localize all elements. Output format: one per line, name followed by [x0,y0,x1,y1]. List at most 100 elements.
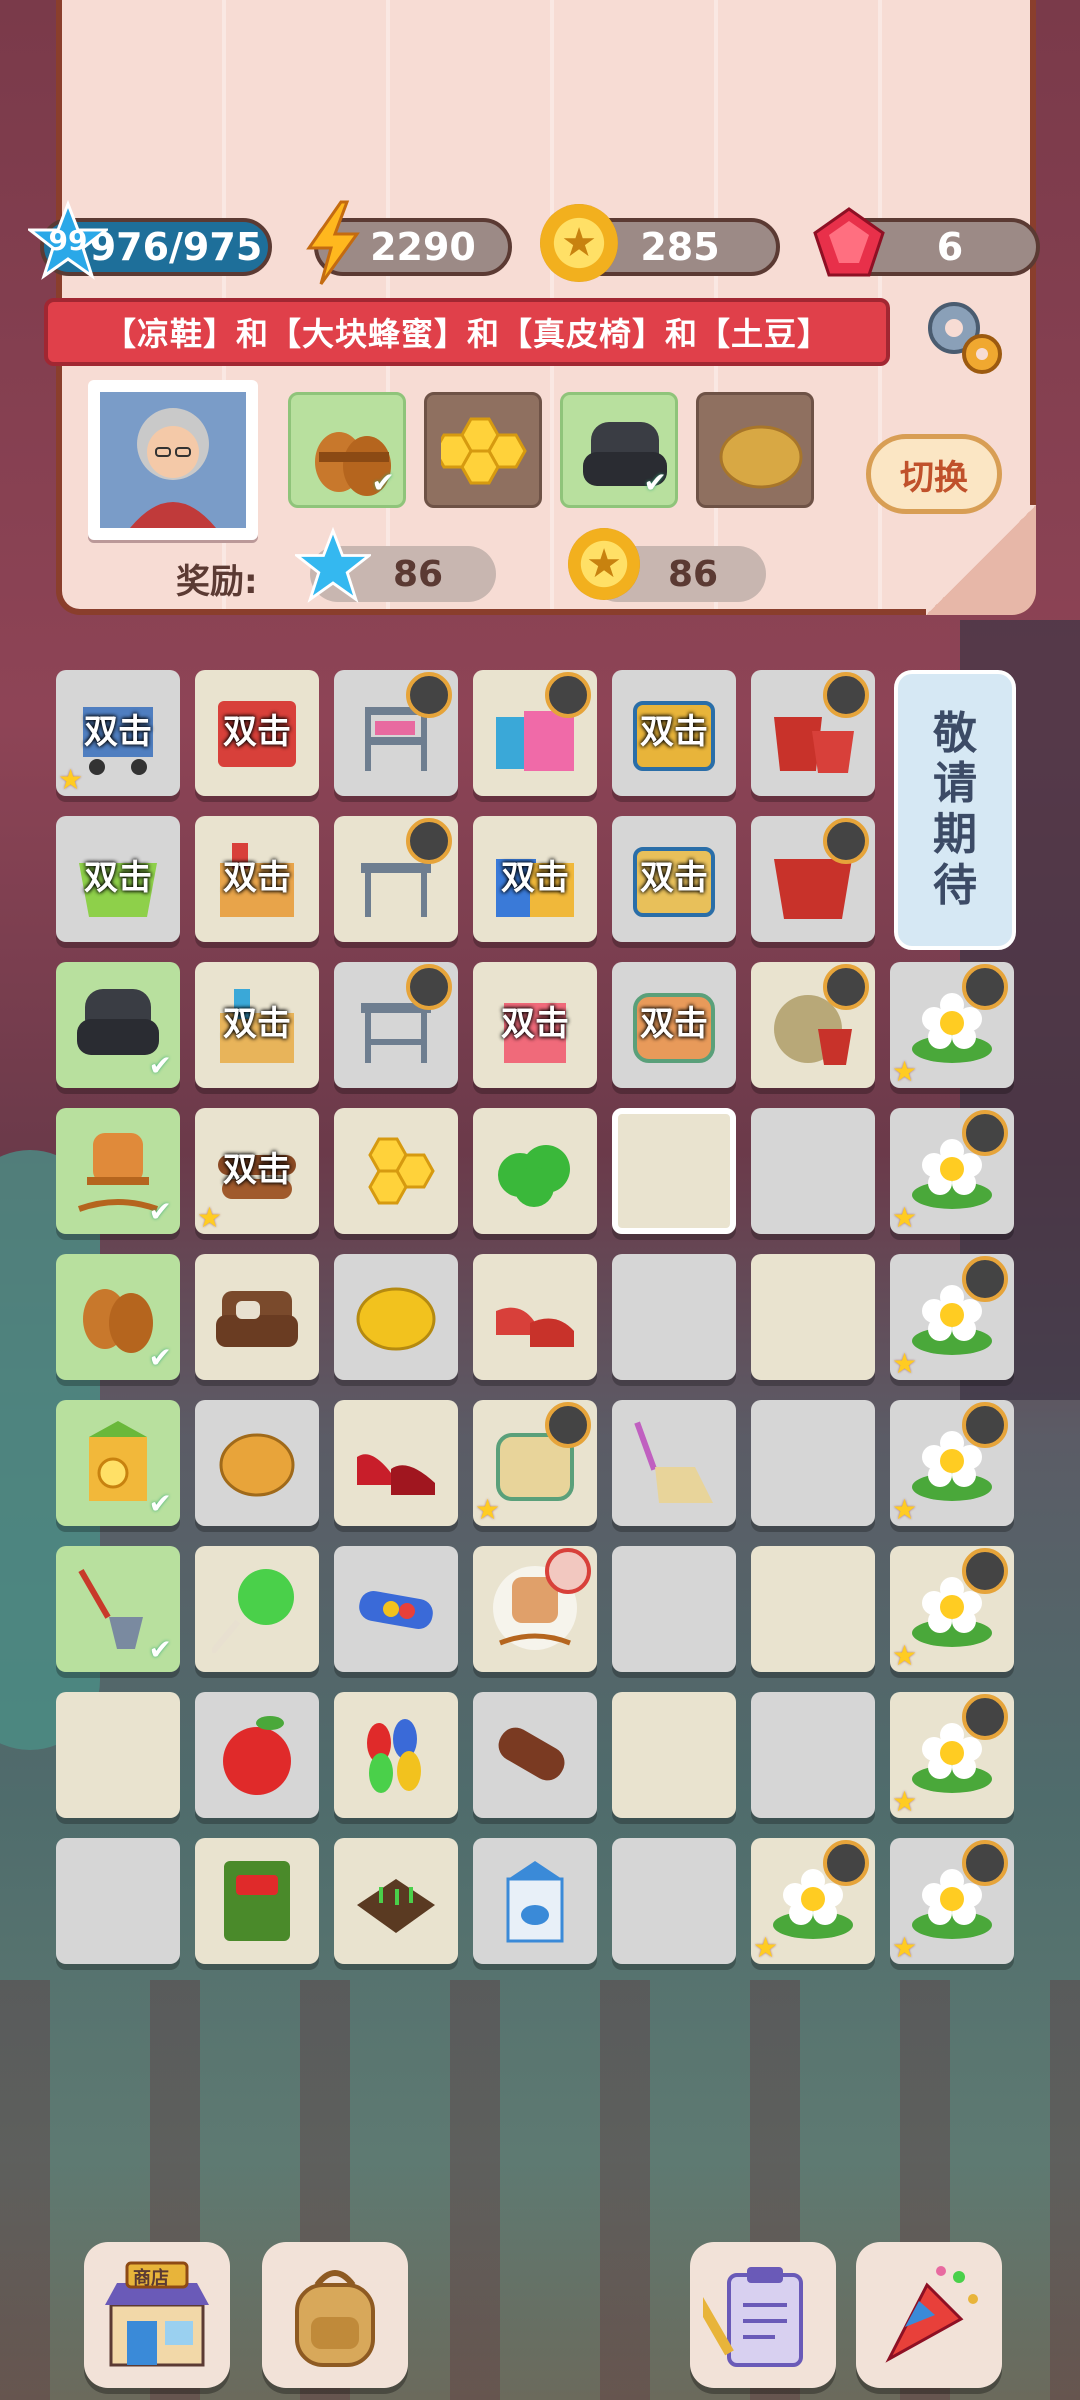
board-cell[interactable] [195,1254,319,1380]
swap-order-button[interactable]: 切换 [866,434,1002,514]
double-tap-label: 双击 [501,858,569,898]
empty-cell[interactable] [751,1546,875,1672]
honeycomb-icon [348,1120,444,1220]
empty-cell[interactable] [612,1838,736,1964]
board-cell[interactable]: ★ [890,1692,1014,1818]
board-cell[interactable] [612,1400,736,1526]
timer-icon [406,964,452,1010]
double-tap-label: 双击 [84,858,152,898]
board-cell[interactable] [195,1546,319,1672]
board-cell[interactable]: ★ [890,1254,1014,1380]
swap-label: 切换 [900,457,968,498]
potato-icon [713,407,809,507]
timer-icon [545,1402,591,1448]
board-cell[interactable]: 双击 [56,816,180,942]
timer-icon [406,818,452,864]
board-cell[interactable]: ★ [890,1400,1014,1526]
board-cell[interactable] [473,1546,597,1672]
board-cell[interactable] [751,962,875,1088]
reward-stars-value: 86 [392,553,444,595]
empty-cell[interactable] [751,1692,875,1818]
timer-icon [962,1694,1008,1740]
board-cell[interactable] [334,670,458,796]
tasks-button[interactable] [690,2242,836,2388]
empty-cell[interactable] [56,1692,180,1818]
empty-cell[interactable] [751,1108,875,1234]
board-cell[interactable]: 双击 [195,962,319,1088]
board-cell[interactable] [473,1254,597,1380]
empty-cell[interactable] [751,1254,875,1380]
empty-cell[interactable] [612,1546,736,1672]
timer-icon [545,1548,591,1594]
settings-gear-icon[interactable] [918,292,1008,382]
star-icon: ★ [58,763,84,796]
board-cell[interactable]: ✔ [56,1254,180,1380]
backpack-button[interactable] [262,2242,408,2388]
ruby-icon [806,200,892,286]
board-cell[interactable]: ✔ [56,962,180,1088]
board-cell[interactable] [334,1692,458,1818]
empty-cell[interactable] [56,1838,180,1964]
shop-button[interactable]: 商店 [84,2242,230,2388]
lightning-icon [290,200,376,286]
board-cell[interactable] [473,1692,597,1818]
board-cell[interactable] [751,670,875,796]
star-icon [290,522,376,608]
timer-icon [962,1110,1008,1156]
star-icon: ★ [892,1639,918,1672]
star-icon: ★ [197,1201,223,1234]
honeycomb-icon [441,407,537,507]
empty-cell[interactable] [612,1692,736,1818]
milk-carton-icon [487,1850,583,1950]
board-cell[interactable] [473,1108,597,1234]
order-item-sandals[interactable]: ✔ [288,392,406,508]
coming-soon-char: 待 [933,859,977,911]
board-cell[interactable]: 双击 [612,816,736,942]
board-cell[interactable]: ✔ [56,1108,180,1234]
board-cell[interactable] [473,1838,597,1964]
board-cell[interactable] [195,1692,319,1818]
double-tap-label: 双击 [501,1004,569,1044]
board-cell[interactable] [334,1254,458,1380]
board-cell[interactable]: ✔ [56,1400,180,1526]
board-cell[interactable]: 双击 ★ [195,1108,319,1234]
party-icon [885,2266,978,2363]
board-cell[interactable]: ★ [751,1838,875,1964]
star-icon: ★ [892,1201,918,1234]
board-cell[interactable] [195,1838,319,1964]
board-cell[interactable] [334,1546,458,1672]
board-cell[interactable]: ★ [890,1546,1014,1672]
double-tap-label: 双击 [640,858,708,898]
order-item-potato[interactable] [696,392,814,508]
order-item-leather-chair[interactable]: ✔ [560,392,678,508]
double-tap-label: 双击 [223,858,291,898]
level-star-icon: 99 [28,200,108,280]
empty-cell[interactable] [612,1254,736,1380]
board-cell[interactable] [334,1108,458,1234]
board-cell[interactable] [334,816,458,942]
star-icon: ★ [892,1493,918,1526]
board-cell[interactable]: 双击 [612,962,736,1088]
board-cell[interactable] [334,962,458,1088]
selected-empty-cell[interactable] [612,1108,736,1234]
board-cell[interactable] [334,1838,458,1964]
board-cell[interactable] [195,1400,319,1526]
order-item-honeycomb[interactable] [424,392,542,508]
board-cell[interactable]: 双击 [195,816,319,942]
board-cell[interactable]: 双击 [195,670,319,796]
board-cell[interactable]: 双击 [473,962,597,1088]
board-cell[interactable]: 双击 [473,816,597,942]
board-cell[interactable]: ★ [473,1400,597,1526]
board-cell[interactable]: 双击 ★ [56,670,180,796]
board-cell[interactable]: ★ [890,962,1014,1088]
board-cell[interactable] [751,816,875,942]
star-icon: ★ [892,1785,918,1818]
board-cell[interactable]: ✔ [56,1546,180,1672]
party-button[interactable] [856,2242,1002,2388]
board-cell[interactable] [334,1400,458,1526]
board-cell[interactable]: 双击 [612,670,736,796]
board-cell[interactable]: ★ [890,1838,1014,1964]
board-cell[interactable] [473,670,597,796]
empty-cell[interactable] [751,1400,875,1526]
board-cell[interactable]: ★ [890,1108,1014,1234]
